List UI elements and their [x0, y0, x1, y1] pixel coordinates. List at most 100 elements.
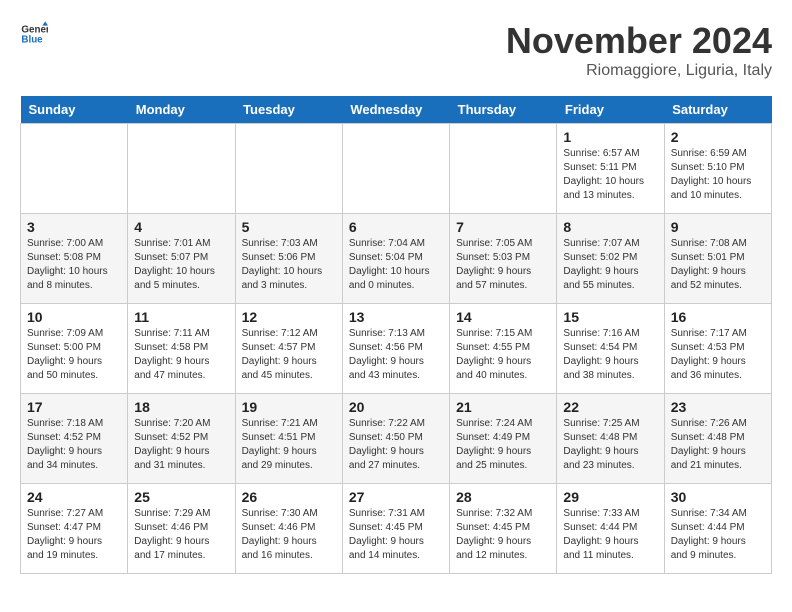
- day-number: 1: [563, 129, 657, 145]
- day-info: Sunrise: 7:11 AM Sunset: 4:58 PM Dayligh…: [134, 327, 228, 383]
- day-number: 16: [671, 309, 765, 325]
- day-number: 25: [134, 489, 228, 505]
- day-info: Sunrise: 7:33 AM Sunset: 4:44 PM Dayligh…: [563, 507, 657, 563]
- day-info: Sunrise: 7:31 AM Sunset: 4:45 PM Dayligh…: [349, 507, 443, 563]
- table-row: 13 Sunrise: 7:13 AM Sunset: 4:56 PM Dayli…: [342, 304, 449, 394]
- calendar-week-1: 1Sunrise: 6:57 AM Sunset: 5:11 PM Daylig…: [21, 124, 772, 214]
- table-row: [450, 124, 557, 214]
- logo-icon: General Blue: [20, 20, 48, 48]
- day-number: 5: [242, 219, 336, 235]
- table-row: 23 Sunrise: 7:26 AM Sunset: 4:48 PM Dayli…: [664, 394, 771, 484]
- table-row: 6 Sunrise: 7:04 AM Sunset: 5:04 PM Daylig…: [342, 214, 449, 304]
- day-info: Sunrise: 7:27 AM Sunset: 4:47 PM Dayligh…: [27, 507, 121, 563]
- col-sunday: Sunday: [21, 96, 128, 124]
- table-row: [21, 124, 128, 214]
- calendar-subtitle: Riomaggiore, Liguria, Italy: [506, 62, 772, 80]
- table-row: 21 Sunrise: 7:24 AM Sunset: 4:49 PM Dayli…: [450, 394, 557, 484]
- day-number: 20: [349, 399, 443, 415]
- day-number: 26: [242, 489, 336, 505]
- day-info: Sunrise: 7:30 AM Sunset: 4:46 PM Dayligh…: [242, 507, 336, 563]
- table-row: [235, 124, 342, 214]
- day-number: 29: [563, 489, 657, 505]
- calendar-table: Sunday Monday Tuesday Wednesday Thursday…: [20, 96, 772, 574]
- calendar-week-5: 24 Sunrise: 7:27 AM Sunset: 4:47 PM Dayli…: [21, 484, 772, 574]
- table-row: 10Sunrise: 7:09 AM Sunset: 5:00 PM Dayli…: [21, 304, 128, 394]
- table-row: 20 Sunrise: 7:22 AM Sunset: 4:50 PM Dayli…: [342, 394, 449, 484]
- table-row: 28 Sunrise: 7:32 AM Sunset: 4:45 PM Dayli…: [450, 484, 557, 574]
- day-info: Sunrise: 7:08 AM Sunset: 5:01 PM Dayligh…: [671, 237, 765, 293]
- table-row: 17 Sunrise: 7:18 AM Sunset: 4:52 PM Dayli…: [21, 394, 128, 484]
- col-saturday: Saturday: [664, 96, 771, 124]
- table-row: 29 Sunrise: 7:33 AM Sunset: 4:44 PM Dayli…: [557, 484, 664, 574]
- table-row: 8Sunrise: 7:07 AM Sunset: 5:02 PM Daylig…: [557, 214, 664, 304]
- col-monday: Monday: [128, 96, 235, 124]
- day-number: 28: [456, 489, 550, 505]
- table-row: 4 Sunrise: 7:01 AM Sunset: 5:07 PM Daylig…: [128, 214, 235, 304]
- day-info: Sunrise: 7:01 AM Sunset: 5:07 PM Dayligh…: [134, 237, 228, 293]
- table-row: [342, 124, 449, 214]
- day-info: Sunrise: 7:04 AM Sunset: 5:04 PM Dayligh…: [349, 237, 443, 293]
- day-info: Sunrise: 7:22 AM Sunset: 4:50 PM Dayligh…: [349, 417, 443, 473]
- table-row: 16Sunrise: 7:17 AM Sunset: 4:53 PM Dayli…: [664, 304, 771, 394]
- day-info: Sunrise: 7:25 AM Sunset: 4:48 PM Dayligh…: [563, 417, 657, 473]
- table-row: 3 Sunrise: 7:00 AM Sunset: 5:08 PM Daylig…: [21, 214, 128, 304]
- day-info: Sunrise: 7:20 AM Sunset: 4:52 PM Dayligh…: [134, 417, 228, 473]
- calendar-header-row: Sunday Monday Tuesday Wednesday Thursday…: [21, 96, 772, 124]
- day-number: 3: [27, 219, 121, 235]
- day-number: 4: [134, 219, 228, 235]
- day-number: 10: [27, 309, 121, 325]
- table-row: 11 Sunrise: 7:11 AM Sunset: 4:58 PM Dayli…: [128, 304, 235, 394]
- table-row: 15 Sunrise: 7:16 AM Sunset: 4:54 PM Dayli…: [557, 304, 664, 394]
- table-row: 18 Sunrise: 7:20 AM Sunset: 4:52 PM Dayli…: [128, 394, 235, 484]
- table-row: 14 Sunrise: 7:15 AM Sunset: 4:55 PM Dayli…: [450, 304, 557, 394]
- day-number: 23: [671, 399, 765, 415]
- svg-text:Blue: Blue: [21, 34, 43, 45]
- logo: General Blue: [20, 20, 48, 48]
- day-number: 13: [349, 309, 443, 325]
- day-number: 18: [134, 399, 228, 415]
- day-number: 14: [456, 309, 550, 325]
- day-number: 6: [349, 219, 443, 235]
- calendar-title: November 2024: [506, 20, 772, 62]
- day-info: Sunrise: 7:15 AM Sunset: 4:55 PM Dayligh…: [456, 327, 550, 383]
- day-info: Sunrise: 7:00 AM Sunset: 5:08 PM Dayligh…: [27, 237, 121, 293]
- day-info: Sunrise: 7:13 AM Sunset: 4:56 PM Dayligh…: [349, 327, 443, 383]
- calendar-week-3: 10Sunrise: 7:09 AM Sunset: 5:00 PM Dayli…: [21, 304, 772, 394]
- day-info: Sunrise: 7:29 AM Sunset: 4:46 PM Dayligh…: [134, 507, 228, 563]
- table-row: 1Sunrise: 6:57 AM Sunset: 5:11 PM Daylig…: [557, 124, 664, 214]
- day-info: Sunrise: 7:24 AM Sunset: 4:49 PM Dayligh…: [456, 417, 550, 473]
- day-number: 19: [242, 399, 336, 415]
- day-info: Sunrise: 7:12 AM Sunset: 4:57 PM Dayligh…: [242, 327, 336, 383]
- day-info: Sunrise: 7:26 AM Sunset: 4:48 PM Dayligh…: [671, 417, 765, 473]
- table-row: 7Sunrise: 7:05 AM Sunset: 5:03 PM Daylig…: [450, 214, 557, 304]
- table-row: 27Sunrise: 7:31 AM Sunset: 4:45 PM Dayli…: [342, 484, 449, 574]
- page-header: General Blue November 2024 Riomaggiore, …: [20, 20, 772, 80]
- calendar-week-4: 17 Sunrise: 7:18 AM Sunset: 4:52 PM Dayli…: [21, 394, 772, 484]
- day-number: 21: [456, 399, 550, 415]
- day-info: Sunrise: 7:32 AM Sunset: 4:45 PM Dayligh…: [456, 507, 550, 563]
- day-number: 24: [27, 489, 121, 505]
- day-info: Sunrise: 7:05 AM Sunset: 5:03 PM Dayligh…: [456, 237, 550, 293]
- table-row: 12 Sunrise: 7:12 AM Sunset: 4:57 PM Dayli…: [235, 304, 342, 394]
- day-info: Sunrise: 7:16 AM Sunset: 4:54 PM Dayligh…: [563, 327, 657, 383]
- day-number: 17: [27, 399, 121, 415]
- day-info: Sunrise: 7:18 AM Sunset: 4:52 PM Dayligh…: [27, 417, 121, 473]
- table-row: 2 Sunrise: 6:59 AM Sunset: 5:10 PM Daylig…: [664, 124, 771, 214]
- col-friday: Friday: [557, 96, 664, 124]
- day-info: Sunrise: 6:59 AM Sunset: 5:10 PM Dayligh…: [671, 147, 765, 203]
- day-number: 8: [563, 219, 657, 235]
- day-info: Sunrise: 7:34 AM Sunset: 4:44 PM Dayligh…: [671, 507, 765, 563]
- table-row: 24 Sunrise: 7:27 AM Sunset: 4:47 PM Dayli…: [21, 484, 128, 574]
- day-number: 12: [242, 309, 336, 325]
- day-number: 2: [671, 129, 765, 145]
- day-number: 11: [134, 309, 228, 325]
- col-wednesday: Wednesday: [342, 96, 449, 124]
- day-info: Sunrise: 7:03 AM Sunset: 5:06 PM Dayligh…: [242, 237, 336, 293]
- table-row: 25 Sunrise: 7:29 AM Sunset: 4:46 PM Dayli…: [128, 484, 235, 574]
- day-number: 15: [563, 309, 657, 325]
- day-number: 30: [671, 489, 765, 505]
- table-row: 30 Sunrise: 7:34 AM Sunset: 4:44 PM Dayli…: [664, 484, 771, 574]
- table-row: 22 Sunrise: 7:25 AM Sunset: 4:48 PM Dayli…: [557, 394, 664, 484]
- calendar-week-2: 3 Sunrise: 7:00 AM Sunset: 5:08 PM Daylig…: [21, 214, 772, 304]
- day-number: 22: [563, 399, 657, 415]
